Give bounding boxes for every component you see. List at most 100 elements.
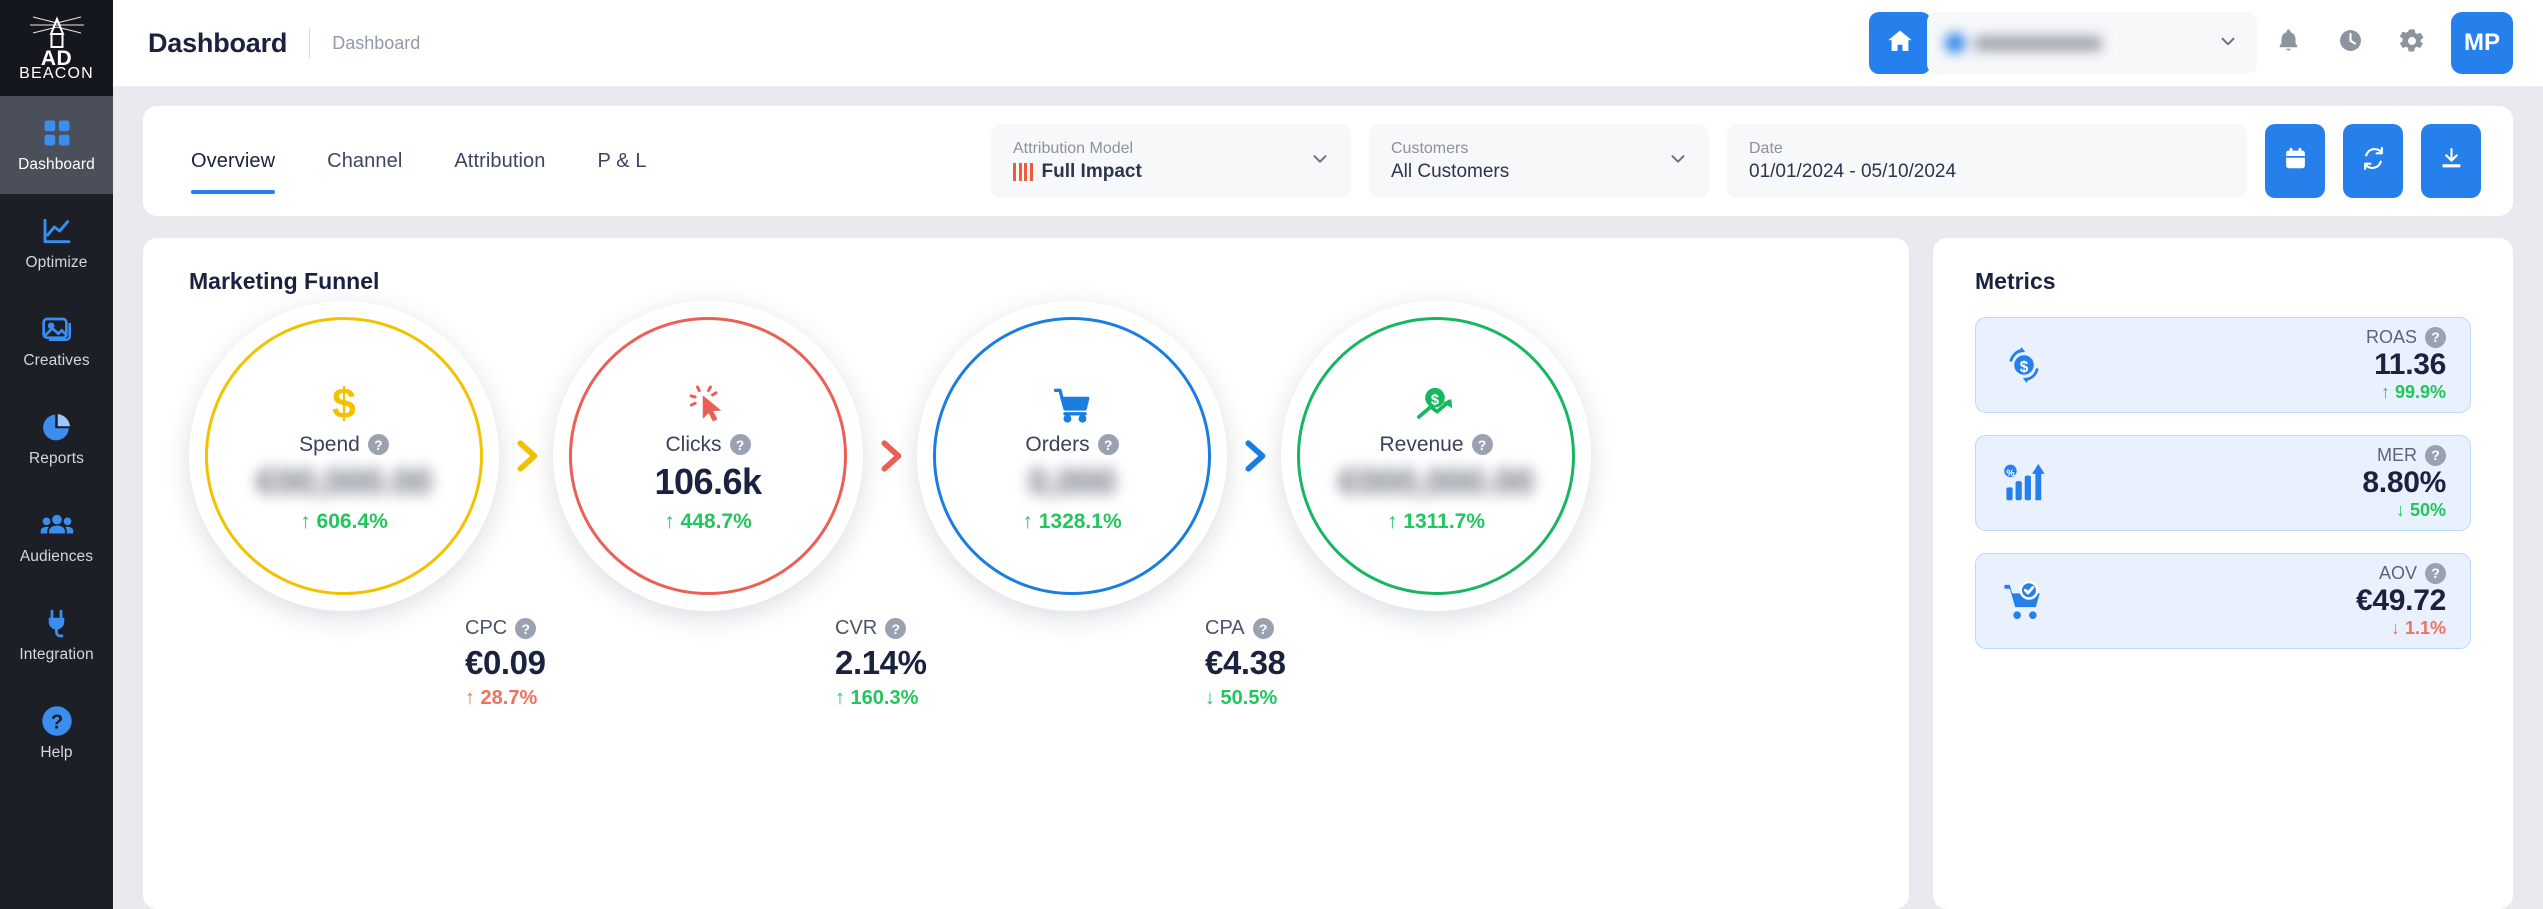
metric-label-mer: MER bbox=[2377, 444, 2417, 465]
metric-value-aov: €49.72 bbox=[2356, 583, 2446, 617]
help-icon[interactable]: ? bbox=[729, 434, 751, 455]
metric-mer[interactable]: % MER ? 8.80% ↓ 50% bbox=[1975, 435, 2471, 531]
sub-label-cpa: CPA bbox=[1205, 617, 1245, 639]
help-icon[interactable]: ? bbox=[2425, 326, 2446, 348]
svg-text:?: ? bbox=[50, 711, 63, 734]
app-logo[interactable]: AD BEACON bbox=[0, 0, 113, 96]
sub-metric-cvr: CVR ? 2.14% ↑ 160.3% bbox=[799, 617, 1169, 710]
download-button[interactable] bbox=[2421, 124, 2481, 198]
tab-bar: Overview Channel Attribution P & L bbox=[191, 106, 673, 216]
sidebar-label-integration: Integration bbox=[19, 646, 94, 663]
sub-delta-cpa: ↓ 50.5% bbox=[1205, 687, 1278, 709]
chevron-down-icon bbox=[1667, 148, 1689, 175]
help-icon[interactable]: ? bbox=[1097, 434, 1119, 455]
topbar-actions: MP bbox=[1869, 12, 2513, 74]
funnel-stage-revenue[interactable]: $ Revenue ? €000,000.00 ↑ 1311.7% bbox=[1281, 301, 1591, 611]
funnel-stage-spend[interactable]: $ Spend ? €00,000.00 ↑ 606.4% bbox=[189, 301, 499, 611]
tab-channel[interactable]: Channel bbox=[301, 106, 428, 216]
sidebar-label-reports: Reports bbox=[29, 450, 84, 467]
funnel-delta-orders: ↑ 1328.1% bbox=[1022, 509, 1122, 533]
refresh-button[interactable] bbox=[2343, 124, 2403, 198]
logo-text-beacon: BEACON bbox=[19, 65, 94, 82]
avatar[interactable]: MP bbox=[2451, 12, 2513, 74]
customers-select[interactable]: Customers All Customers bbox=[1369, 124, 1709, 198]
funnel-stage-clicks[interactable]: Clicks ? 106.6k ↑ 448.7% bbox=[553, 301, 863, 611]
funnel-chevron-3 bbox=[1224, 433, 1284, 479]
metric-label-roas: ROAS bbox=[2365, 326, 2417, 347]
funnel-value-revenue: €000,000.00 bbox=[1338, 460, 1534, 502]
help-icon[interactable]: ? bbox=[367, 434, 389, 455]
funnel-delta-spend: ↑ 606.4% bbox=[300, 509, 388, 533]
sidebar-item-creatives[interactable]: Creatives bbox=[0, 292, 113, 390]
history-button[interactable] bbox=[2319, 12, 2381, 74]
chevron-down-icon bbox=[1309, 148, 1331, 175]
account-selector[interactable] bbox=[1927, 12, 2257, 74]
metric-roas[interactable]: $ ROAS ? 11.36 ↑ 99.9% bbox=[1975, 317, 2471, 413]
help-icon[interactable]: ? bbox=[2425, 444, 2446, 466]
funnel-value-spend: €00,000.00 bbox=[256, 460, 432, 502]
tab-pl[interactable]: P & L bbox=[572, 106, 673, 216]
help-icon[interactable]: ? bbox=[1471, 434, 1493, 455]
funnel-label-revenue: Revenue bbox=[1379, 432, 1464, 456]
calendar-icon bbox=[2283, 146, 2308, 176]
sub-label-cvr: CVR bbox=[835, 617, 878, 639]
shopping-cart-icon bbox=[1051, 379, 1093, 429]
sidebar-item-audiences[interactable]: Audiences bbox=[0, 488, 113, 586]
sub-metric-spacer bbox=[189, 617, 429, 710]
attribution-model-select[interactable]: Attribution Model Full Impact bbox=[991, 124, 1351, 198]
tab-overview[interactable]: Overview bbox=[191, 106, 301, 216]
settings-button[interactable] bbox=[2381, 12, 2443, 74]
sub-value-cvr: 2.14% bbox=[835, 644, 927, 681]
roas-icon: $ bbox=[1998, 339, 2050, 391]
breadcrumb: Dashboard bbox=[332, 32, 421, 53]
notifications-button[interactable] bbox=[2257, 12, 2319, 74]
attribution-bars-icon bbox=[1013, 162, 1033, 181]
help-icon[interactable]: ? bbox=[2425, 562, 2446, 584]
download-icon bbox=[2439, 146, 2464, 176]
metric-delta-aov: ↓ 1.1% bbox=[2390, 618, 2446, 639]
attribution-model-label: Attribution Model bbox=[1013, 139, 1134, 157]
calendar-button[interactable] bbox=[2265, 124, 2325, 198]
sidebar-item-integration[interactable]: Integration bbox=[0, 586, 113, 684]
funnel-label-spend: Spend bbox=[299, 432, 360, 456]
svg-text:%: % bbox=[2006, 468, 2015, 479]
funnel-title: Marketing Funnel bbox=[189, 268, 380, 294]
funnel-label-clicks: Clicks bbox=[665, 432, 722, 456]
app-root: AD BEACON Dashboard Optimize Creatives R… bbox=[0, 0, 2543, 909]
refresh-icon bbox=[2361, 146, 2386, 176]
title-divider bbox=[309, 28, 311, 58]
funnel-label-orders: Orders bbox=[1025, 432, 1090, 456]
funnel-sub-metrics: CPC ? €0.09 ↑ 28.7% CVR ? 2.14% ↑ 160.3%… bbox=[189, 617, 1873, 710]
chevron-down-icon bbox=[2217, 30, 2239, 57]
date-range-field[interactable]: Date 01/01/2024 - 05/10/2024 bbox=[1727, 124, 2247, 198]
tab-attribution[interactable]: Attribution bbox=[428, 106, 571, 216]
filter-controls: Attribution Model Full Impact Customers … bbox=[991, 124, 2481, 198]
cursor-click-icon bbox=[687, 379, 729, 429]
sidebar-item-optimize[interactable]: Optimize bbox=[0, 194, 113, 292]
people-icon bbox=[40, 508, 74, 542]
sidebar: AD BEACON Dashboard Optimize Creatives R… bbox=[0, 0, 113, 909]
sub-metric-cpa: CPA ? €4.38 ↓ 50.5% bbox=[1169, 617, 1539, 710]
help-icon[interactable]: ? bbox=[515, 618, 537, 639]
help-icon[interactable]: ? bbox=[885, 618, 907, 639]
revenue-growth-icon: $ bbox=[1414, 379, 1458, 429]
mer-bars-icon: % bbox=[1998, 457, 2050, 509]
account-name-redacted bbox=[1945, 33, 2102, 53]
sidebar-item-help[interactable]: ? Help bbox=[0, 684, 113, 782]
funnel-value-orders: 0,000 bbox=[1028, 460, 1116, 502]
metric-value-mer: 8.80% bbox=[2362, 465, 2446, 499]
help-icon[interactable]: ? bbox=[1252, 618, 1274, 639]
metric-aov[interactable]: AOV ? €49.72 ↓ 1.1% bbox=[1975, 553, 2471, 649]
topbar: Dashboard Dashboard MP bbox=[113, 0, 2543, 86]
sidebar-label-optimize: Optimize bbox=[25, 254, 88, 271]
sidebar-item-reports[interactable]: Reports bbox=[0, 390, 113, 488]
home-button[interactable] bbox=[1869, 12, 1931, 74]
sidebar-item-dashboard[interactable]: Dashboard bbox=[0, 96, 113, 194]
sub-label-cpc: CPC bbox=[465, 617, 508, 639]
funnel-stage-orders[interactable]: Orders ? 0,000 ↑ 1328.1% bbox=[917, 301, 1227, 611]
sub-delta-cpc: ↑ 28.7% bbox=[465, 687, 538, 709]
metric-delta-mer: ↓ 50% bbox=[2395, 500, 2446, 521]
line-chart-icon bbox=[40, 214, 74, 248]
page-title: Dashboard bbox=[148, 27, 288, 58]
question-icon: ? bbox=[40, 704, 74, 738]
